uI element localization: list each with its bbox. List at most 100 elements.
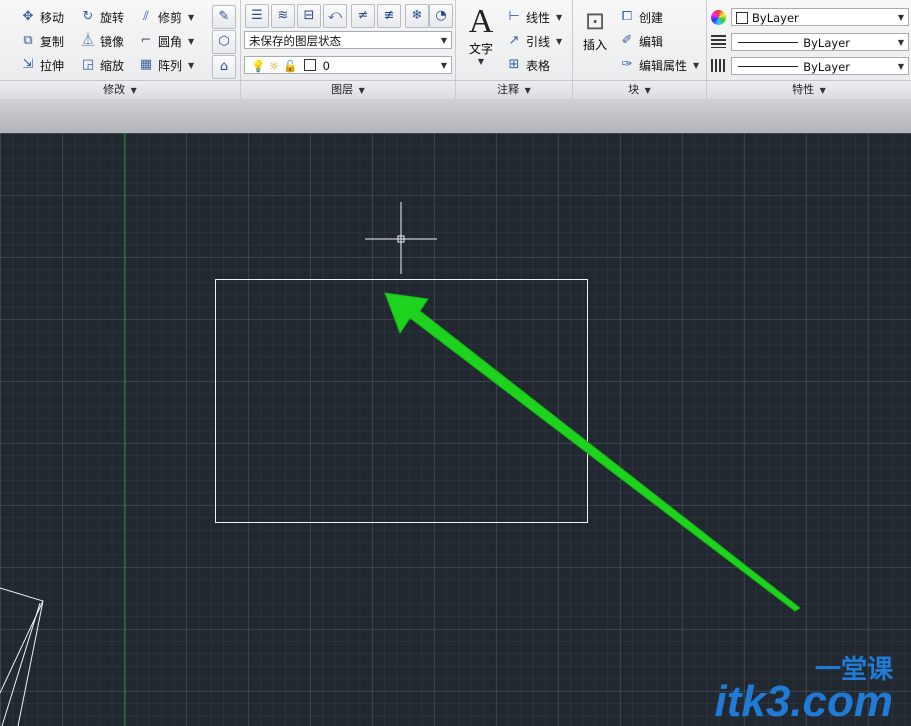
lineweight-icon [711,35,726,48]
eraser-icon: ✎ [218,9,230,24]
layer-off-button[interactable]: ◔ [429,4,453,28]
scale-icon: ◲ [81,57,95,72]
annotation-arrow [384,292,801,612]
chevron-down-icon: ▼ [440,36,447,45]
edit-block-button[interactable]: ✐ 编辑 [619,31,663,51]
leader-button[interactable]: ↗ 引线 ▼ [506,31,563,51]
drawing-canvas[interactable]: itk3 .com 一堂课 [0,133,911,726]
layer-properties-button[interactable]: ☰ [245,4,269,28]
layer-stack-icon: ≋ [277,8,289,23]
linetype-dropdown[interactable]: ByLayer ▼ [731,57,909,75]
chevron-down-icon[interactable]: ▼ [188,13,194,22]
layer-match-icon: ⊟ [303,8,315,23]
line-sample [738,42,798,43]
offset-button[interactable]: ⌂ [212,55,236,79]
chevron-down-icon: ▼ [897,38,904,47]
layer-state-dropdown[interactable]: 未保存的图层状态 ▼ [244,31,452,49]
chevron-down-icon: ▼ [897,62,904,71]
array-button[interactable]: ▦ 阵列 ▼ [138,55,194,75]
drawing-svg [0,133,801,726]
layer-unisolate-button[interactable]: ≢ [377,4,401,28]
color-wheel-icon [711,10,726,25]
watermark-cn: 一堂课 [814,654,893,684]
chevron-down-icon[interactable]: ▼ [556,13,562,22]
create-block-button[interactable]: ⧠ 创建 [619,7,663,27]
mirror-icon: ⏅ [81,33,95,48]
color-swatch-icon [303,59,316,71]
block-panel: ⊡ 插入 ⧠ 创建 ✐ 编辑 ✑ 编辑属性 ▼ 块 ▼ [573,0,707,99]
current-layer-dropdown[interactable]: 💡 ☼ 🔓 0 ▼ [244,56,452,74]
layers-panel-title[interactable]: 图层 ▼ [241,80,455,99]
color-swatch-icon [736,12,748,24]
annotation-panel: A 文字 ▼ ⊢ 线性 ▼ ↗ 引线 ▼ ⊞ 表格 注释 ▼ [456,0,573,99]
scale-button[interactable]: ◲ 缩放 [80,55,124,75]
chevron-down-icon: ▼ [644,86,651,95]
chevron-down-icon[interactable]: ▼ [188,37,194,46]
edit-attributes-button[interactable]: ✑ 编辑属性 ▼ [619,55,700,75]
edit-block-icon: ✐ [621,33,633,48]
edit-attributes-icon: ✑ [621,57,633,72]
ribbon: ✥ 移动 ⧉ 复制 ⇲ 拉伸 ↻ 旋转 ⏅ 镜像 ◲ 缩放 ⫽ 修剪 ▼ ⌐ 圆角 ▼ ▦ 阵列 ▼ ✎… [0,0,911,100]
trim-icon: ⫽ [143,9,149,24]
sun-icon: ☼ [268,59,280,73]
layers-panel: ☰ ≋ ⊟ ⤺ ≠ ≢ ❄ ◔ 未保存的图层状态 ▼ 💡 ☼ 🔓 0 ▼ 图层 ▼ [241,0,456,99]
partial-shape-edge [1,602,41,726]
layer-isolate-icon: ≠ [357,8,369,23]
layer-previous-button[interactable]: ⤺ [323,4,347,28]
chevron-down-icon[interactable]: ▼ [188,61,194,70]
partial-shape[interactable] [0,587,44,726]
watermark: itk3 .com 一堂课 [714,654,893,726]
chevron-down-icon: ▼ [897,13,904,22]
linear-dimension-button[interactable]: ⊢ 线性 ▼ [506,7,562,27]
watermark-domain: .com [790,677,893,726]
chevron-down-icon[interactable]: ▼ [556,37,562,46]
layer-off-icon: ◔ [435,8,447,23]
layer-freeze-button[interactable]: ❄ [405,4,429,28]
chevron-down-icon: ▼ [477,57,485,66]
chevron-down-icon: ▼ [819,86,826,95]
crosshair-cursor [365,202,437,274]
layer-match-button[interactable]: ⊟ [297,4,321,28]
linear-dimension-icon: ⊢ [508,9,520,24]
modify-panel: ✥ 移动 ⧉ 复制 ⇲ 拉伸 ↻ 旋转 ⏅ 镜像 ◲ 缩放 ⫽ 修剪 ▼ ⌐ 圆角 ▼ ▦ 阵列 ▼ ✎… [0,0,241,99]
layer-stack-button[interactable]: ≋ [271,4,295,28]
layer-properties-icon: ☰ [251,8,263,23]
text-icon: A [468,3,494,40]
unlock-icon: 🔓 [282,59,298,73]
explode-button[interactable]: ⬡ [212,30,236,54]
chevron-down-icon: ▼ [524,86,531,95]
explode-icon: ⬡ [218,34,230,49]
layer-previous-icon: ⤺ [328,8,342,23]
chevron-down-icon[interactable]: ▼ [693,61,699,70]
trim-button[interactable]: ⫽ 修剪 ▼ [138,7,194,27]
linetype-icon [711,59,726,72]
text-button[interactable]: A 文字 ▼ [464,3,498,67]
layer-freeze-icon: ❄ [411,8,423,23]
chevron-down-icon: ▼ [358,86,365,95]
offset-icon: ⌂ [219,59,229,74]
mirror-button[interactable]: ⏅ 镜像 [80,31,124,51]
layer-isolate-button[interactable]: ≠ [351,4,375,28]
color-dropdown[interactable]: ByLayer ▼ [731,8,909,26]
modify-panel-title[interactable]: 修改 ▼ [0,80,240,99]
table-button[interactable]: ⊞ 表格 [506,55,550,75]
fillet-button[interactable]: ⌐ 圆角 ▼ [138,31,195,51]
lightbulb-icon: 💡 [251,59,266,73]
stretch-button[interactable]: ⇲ 拉伸 [20,55,64,75]
stretch-icon: ⇲ [22,57,34,72]
move-button[interactable]: ✥ 移动 [20,7,64,27]
insert-button[interactable]: ⊡ 插入 [577,6,613,53]
properties-panel-title[interactable]: 特性 ▼ [707,80,911,99]
block-panel-title[interactable]: 块 ▼ [573,80,706,99]
lineweight-dropdown[interactable]: ByLayer ▼ [731,33,909,51]
file-tab-bar [0,99,911,134]
annotation-panel-title[interactable]: 注释 ▼ [456,80,572,99]
table-icon: ⊞ [508,57,520,72]
line-sample [738,66,798,67]
fillet-icon: ⌐ [140,33,152,48]
rotate-button[interactable]: ↻ 旋转 [80,7,124,27]
properties-panel: ByLayer ▼ ByLayer ▼ ByLayer ▼ 特性 ▼ [707,0,911,99]
array-icon: ▦ [139,57,153,72]
erase-button[interactable]: ✎ [212,5,236,29]
copy-button[interactable]: ⧉ 复制 [20,31,64,51]
